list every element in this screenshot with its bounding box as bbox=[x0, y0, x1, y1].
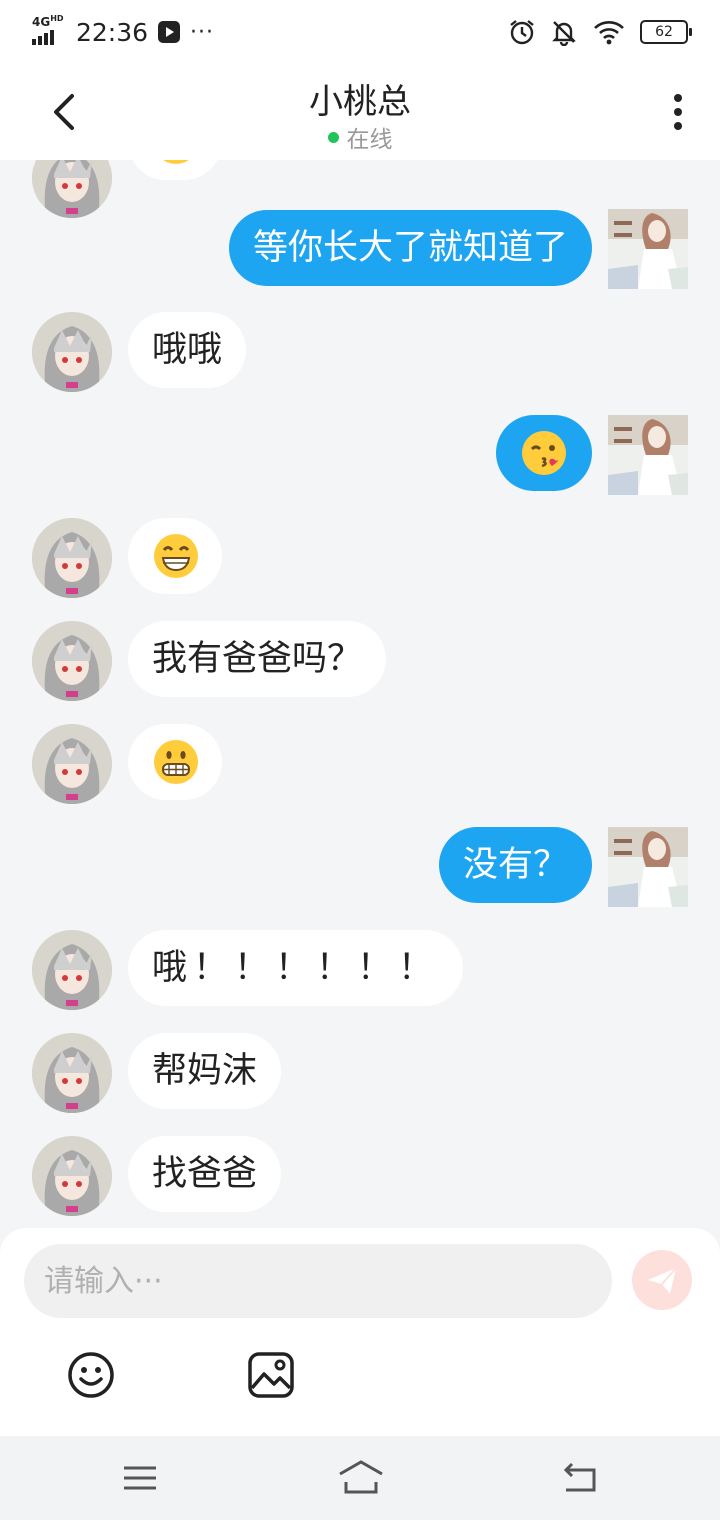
message-list[interactable]: 等你长大了就知道了 哦哦 我有爸爸吗？ 没有？ 哦！！！！！！ 帮妈沫 找爸爸 bbox=[0, 160, 720, 1228]
online-dot-icon bbox=[327, 132, 339, 143]
message-bubble-emoji[interactable] bbox=[128, 160, 222, 180]
message-bubble-emoji[interactable] bbox=[496, 415, 592, 491]
contact-name: 小桃总 bbox=[309, 82, 411, 122]
message-bubble-emoji[interactable] bbox=[128, 518, 222, 594]
partially-hidden-emoji-icon bbox=[163, 160, 189, 164]
message-text: 哦哦 bbox=[152, 330, 223, 370]
status-left: 4GHD 22:36 ··· bbox=[32, 14, 215, 48]
grinning-face-emoji-icon bbox=[154, 534, 198, 578]
contact-avatar[interactable] bbox=[32, 1136, 112, 1216]
grimacing-face-emoji-icon bbox=[154, 740, 198, 784]
message-bubble-sent[interactable]: 等你长大了就知道了 bbox=[228, 210, 592, 286]
more-notifications: ··· bbox=[190, 19, 215, 45]
contact-avatar[interactable] bbox=[32, 1033, 112, 1113]
message-bubble-received[interactable]: 哦哦 bbox=[128, 312, 247, 388]
contact-avatar[interactable] bbox=[32, 724, 112, 804]
message-input[interactable] bbox=[24, 1244, 612, 1318]
composer bbox=[0, 1228, 720, 1436]
network-indicator: 4GHD bbox=[32, 14, 66, 47]
contact-avatar[interactable] bbox=[32, 518, 112, 598]
contact-avatar[interactable] bbox=[32, 621, 112, 701]
battery-level: 62 bbox=[655, 24, 673, 40]
signal-bars-icon bbox=[32, 30, 54, 45]
home-icon[interactable] bbox=[336, 1458, 386, 1498]
status-bar: 4GHD 22:36 ··· 62 bbox=[0, 0, 720, 64]
status-right: 62 bbox=[508, 16, 692, 48]
menu-icon[interactable] bbox=[118, 1458, 162, 1498]
my-avatar[interactable] bbox=[608, 209, 688, 289]
my-avatar[interactable] bbox=[608, 827, 688, 907]
message-text: 我有爸爸吗？ bbox=[152, 639, 363, 679]
message-bubble-received[interactable]: 帮妈沫 bbox=[128, 1033, 282, 1109]
image-button[interactable] bbox=[246, 1350, 296, 1400]
message-text: 帮妈沫 bbox=[152, 1051, 258, 1091]
back-icon[interactable] bbox=[558, 1458, 602, 1498]
emoji-button[interactable] bbox=[66, 1350, 116, 1400]
alarm-icon bbox=[510, 20, 534, 45]
message-bubble-received[interactable]: 我有爸爸吗？ bbox=[128, 621, 387, 697]
message-text: 找爸爸 bbox=[152, 1154, 258, 1194]
message-bubble-received[interactable]: 找爸爸 bbox=[128, 1136, 282, 1212]
message-text: 等你长大了就知道了 bbox=[252, 228, 568, 268]
media-playing-icon bbox=[158, 21, 181, 43]
online-status-text: 在线 bbox=[346, 127, 393, 153]
chat-header: 小桃总 在线 bbox=[0, 64, 720, 160]
clock: 22:36 bbox=[76, 17, 149, 47]
message-bubble-emoji[interactable] bbox=[128, 724, 222, 800]
message-bubble-received[interactable]: 哦！！！！！！ bbox=[128, 930, 464, 1006]
kissing-face-emoji-icon bbox=[522, 431, 566, 475]
system-nav-bar bbox=[0, 1436, 720, 1520]
send-button[interactable] bbox=[632, 1250, 692, 1310]
contact-avatar[interactable] bbox=[32, 312, 112, 392]
contact-avatar[interactable] bbox=[32, 930, 112, 1010]
mute-bell-icon bbox=[552, 21, 576, 46]
battery-indicator: 62 bbox=[640, 20, 692, 44]
message-text: 哦！！！！！！ bbox=[152, 948, 440, 988]
message-bubble-sent[interactable]: 没有？ bbox=[438, 827, 592, 903]
online-status: 在线 bbox=[0, 120, 720, 154]
contact-avatar[interactable] bbox=[32, 160, 112, 218]
message-text: 没有？ bbox=[462, 845, 568, 885]
wifi-icon bbox=[594, 21, 624, 45]
more-options-button[interactable] bbox=[672, 94, 684, 134]
network-label: 4GHD bbox=[32, 14, 64, 29]
my-avatar[interactable] bbox=[608, 415, 688, 495]
paper-plane-icon bbox=[648, 1267, 677, 1294]
